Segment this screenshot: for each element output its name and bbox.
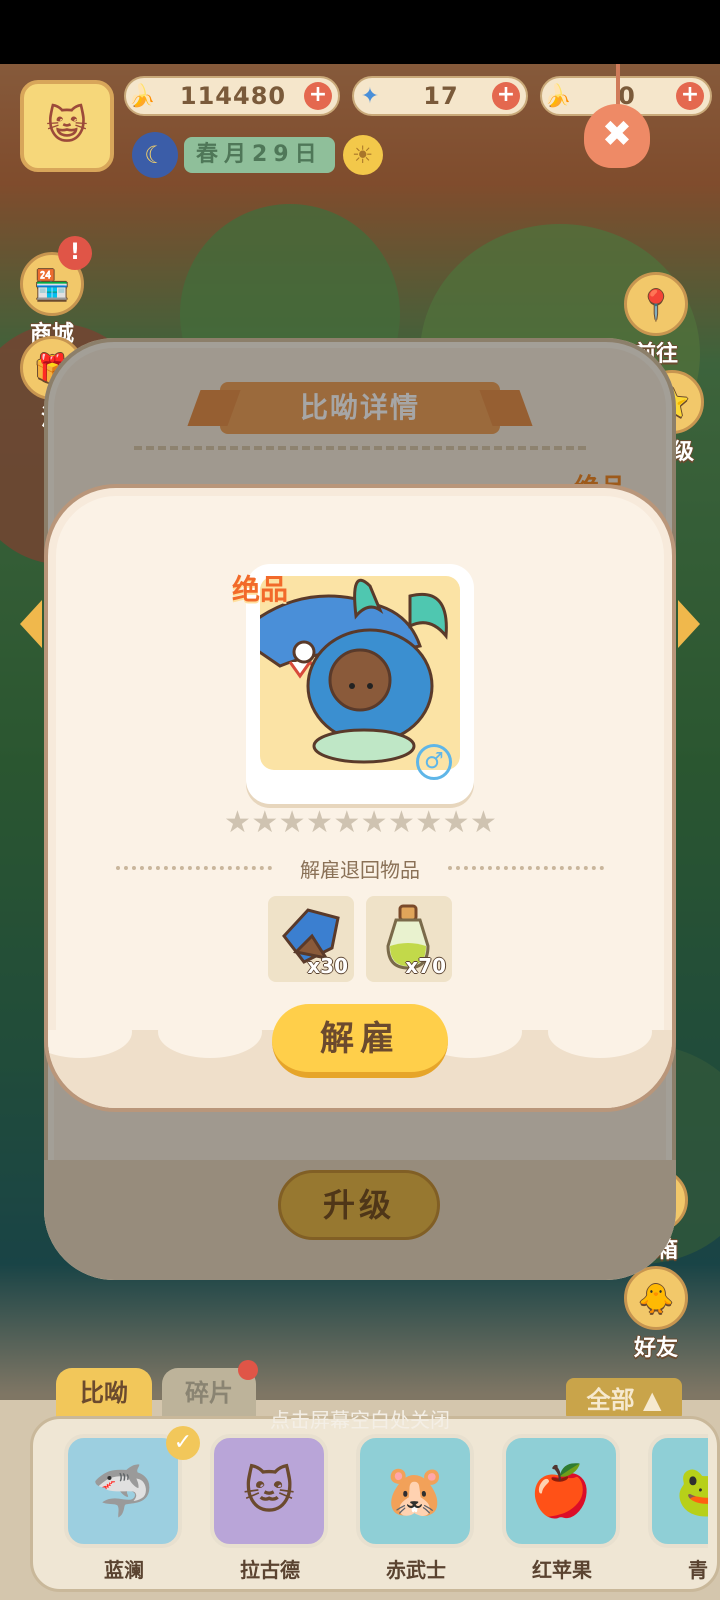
gem-counter: ✦ 17 + [352, 76, 528, 116]
apple-character-icon: 🍎 [502, 1434, 620, 1548]
refund-item-potion[interactable]: x70 [366, 896, 452, 982]
dotted-divider [448, 866, 604, 870]
samurai-character-icon: 🐹 [356, 1434, 474, 1548]
dismiss-button[interactable]: 解雇 [272, 1004, 448, 1078]
add-ticket-button[interactable]: + [676, 82, 704, 110]
sun-icon: ☀ [342, 135, 383, 175]
dotted-divider [116, 866, 272, 870]
star-icon: ★ [333, 805, 361, 840]
player-avatar[interactable]: 😺 [20, 80, 114, 172]
star-rating: ★ ★ ★ ★ ★ ★ ★ ★ ★ ★ [224, 805, 497, 840]
shark-character-icon: 🦈 [64, 1434, 182, 1548]
star-icon: ★ [415, 805, 443, 840]
add-banana-button[interactable]: + [304, 82, 332, 110]
character-portrait [233, 576, 460, 770]
rarity-badge: 绝品 [232, 573, 289, 606]
tab-biyo[interactable]: 比呦 [56, 1368, 152, 1418]
friends-button[interactable]: 🐥 好友 [616, 1266, 696, 1362]
hanger-string [616, 64, 620, 106]
roster-item[interactable]: 🍎 红苹果 [502, 1434, 622, 1582]
refund-item-shard[interactable]: x30 [268, 896, 354, 982]
star-icon: ★ [305, 805, 333, 840]
calendar-date: ☾ 春月29日 ☀ [132, 132, 402, 178]
close-hint: 点击屏幕空白处关闭 [270, 1408, 450, 1432]
star-icon: ★ [251, 805, 279, 840]
star-icon: ★ [360, 805, 388, 840]
alert-icon: ! [58, 236, 92, 270]
blue-banana-icon: 🍌 [544, 83, 572, 109]
checkmark-icon: ✓ [166, 1426, 200, 1460]
moon-icon: ☾ [132, 132, 178, 178]
roster-item[interactable]: 🐹 赤武士 [356, 1434, 476, 1582]
close-button[interactable]: ✖ [584, 104, 650, 168]
prev-arrow-icon[interactable] [20, 600, 42, 648]
notification-dot [238, 1360, 258, 1380]
star-icon: ★ [442, 805, 470, 840]
refund-header: 解雇退回物品 [116, 852, 604, 884]
cat-character-icon: 🐱 [210, 1434, 328, 1548]
banana-icon: 🍌 [128, 83, 156, 109]
friends-icon: 🐥 [624, 1266, 688, 1330]
add-gem-button[interactable]: + [492, 82, 520, 110]
map-pin-icon: 📍 [624, 272, 688, 336]
green-character-icon: 🐸 [648, 1434, 708, 1548]
star-icon: ★ [224, 805, 251, 840]
blue-flame-icon: ✦ [360, 83, 380, 109]
roster-item[interactable]: 🦈 蓝澜 [64, 1434, 184, 1582]
star-icon: ★ [469, 805, 497, 840]
banana-counter: 🍌 114480 + [124, 76, 340, 116]
roster-item[interactable]: 🐸 青 [648, 1434, 708, 1582]
next-arrow-icon[interactable] [678, 600, 700, 648]
star-icon: ★ [278, 805, 306, 840]
roster-item[interactable]: 🐱 拉古德 [210, 1434, 330, 1582]
status-bar [0, 0, 720, 64]
star-icon: ★ [387, 805, 415, 840]
male-gender-icon: ♂ [416, 744, 452, 780]
shark-character-icon [233, 578, 448, 764]
